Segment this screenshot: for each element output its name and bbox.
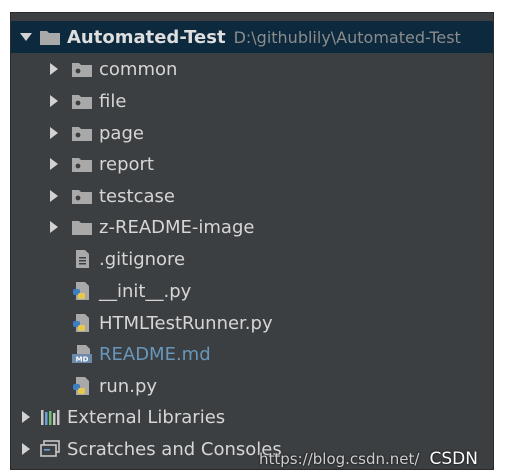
chevron-down-icon[interactable] [19,30,33,44]
python-file-icon [71,377,93,395]
chevron-right-icon[interactable] [47,62,61,76]
tree-item-file[interactable]: file [11,85,493,117]
chevron-right-icon[interactable] [47,126,61,140]
package-folder-icon [71,187,93,205]
project-tree-panel: Automated-Test D:\githublily\Automated-T… [10,12,494,470]
tree-item-scratches-and-consoles[interactable]: Scratches and Consoles [11,433,493,465]
chevron-right-icon[interactable] [47,220,61,234]
python-file-icon [71,314,93,332]
library-icon [39,408,61,426]
tree-item-report[interactable]: report [11,148,493,180]
tree-item-label: README.md [99,343,211,365]
tree-item-external-libraries[interactable]: External Libraries [11,401,493,433]
tree-item-label: common [99,58,178,80]
tree-item-gitignore[interactable]: .gitignore [11,243,493,275]
tree-item-htmltestrunner-py[interactable]: HTMLTestRunner.py [11,307,493,339]
package-folder-icon [71,60,93,78]
tree-item-run-py[interactable]: run.py [11,370,493,402]
text-file-icon [71,250,93,268]
chevron-right-icon[interactable] [47,189,61,203]
tree-item-label: z-README-image [99,216,255,238]
tree-item-readme-md[interactable]: MD README.md [11,338,493,370]
tree-item-label: report [99,153,154,175]
tree-item-label: testcase [99,185,175,207]
project-path: D:\githublily\Automated-Test [233,27,461,47]
package-folder-icon [71,155,93,173]
tree-item-label: file [99,90,127,112]
package-folder-icon [71,92,93,110]
project-name: Automated-Test [67,26,226,48]
folder-icon [39,28,61,46]
python-file-icon [71,282,93,300]
chevron-right-icon[interactable] [19,410,33,424]
svg-text:MD: MD [76,356,89,364]
tree-item-page[interactable]: page [11,117,493,149]
tree-item-label: HTMLTestRunner.py [99,312,273,334]
tree-item-z-readme-image[interactable]: z-README-image [11,211,493,243]
chevron-right-icon[interactable] [19,442,33,456]
chevron-right-icon[interactable] [47,94,61,108]
tree-item-label: External Libraries [67,406,226,428]
scratches-icon [39,440,61,458]
tree-item-label: run.py [99,375,158,397]
tree-item-label: .gitignore [99,248,186,270]
tree-item-init-py[interactable]: __init__.py [11,275,493,307]
folder-icon [71,218,93,236]
package-folder-icon [71,124,93,142]
tree-item-testcase[interactable]: testcase [11,180,493,212]
tree-item-label: Scratches and Consoles [67,438,282,460]
tree-item-label: page [99,122,144,144]
project-root-row[interactable]: Automated-Test D:\githublily\Automated-T… [11,21,493,53]
markdown-file-icon: MD [71,345,93,363]
chevron-right-icon[interactable] [47,157,61,171]
tree-item-common[interactable]: common [11,53,493,85]
tree-item-label: __init__.py [99,280,192,302]
